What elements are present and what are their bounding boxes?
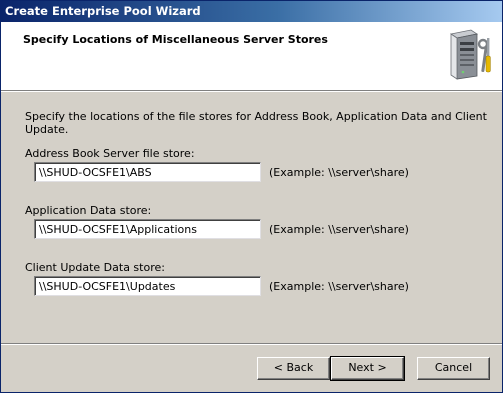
footer-divider	[1, 343, 502, 345]
application-data-label: Application Data store:	[25, 204, 152, 217]
title-bar[interactable]: Create Enterprise Pool Wizard	[1, 1, 502, 22]
address-book-label: Address Book Server file store:	[25, 147, 195, 160]
application-data-example: (Example: \\server\share)	[269, 223, 409, 236]
wizard-header: Specify Locations of Miscellaneous Serve…	[1, 22, 502, 91]
client-update-input[interactable]	[34, 276, 261, 296]
address-book-example: (Example: \\server\share)	[269, 166, 409, 179]
server-tools-icon	[449, 29, 491, 80]
client-update-label: Client Update Data store:	[25, 261, 165, 274]
cancel-button[interactable]: Cancel	[417, 357, 490, 380]
address-book-input[interactable]	[34, 162, 261, 182]
application-data-input[interactable]	[34, 219, 261, 239]
header-divider	[1, 91, 502, 92]
back-button[interactable]: < Back	[257, 357, 330, 380]
window-title: Create Enterprise Pool Wizard	[5, 4, 201, 18]
intro-text: Specify the locations of the file stores…	[25, 110, 487, 136]
client-update-example: (Example: \\server\share)	[269, 280, 409, 293]
wizard-window: Create Enterprise Pool Wizard Specify Lo…	[0, 0, 503, 393]
page-title: Specify Locations of Miscellaneous Serve…	[23, 33, 328, 46]
next-button[interactable]: Next >	[330, 356, 405, 381]
